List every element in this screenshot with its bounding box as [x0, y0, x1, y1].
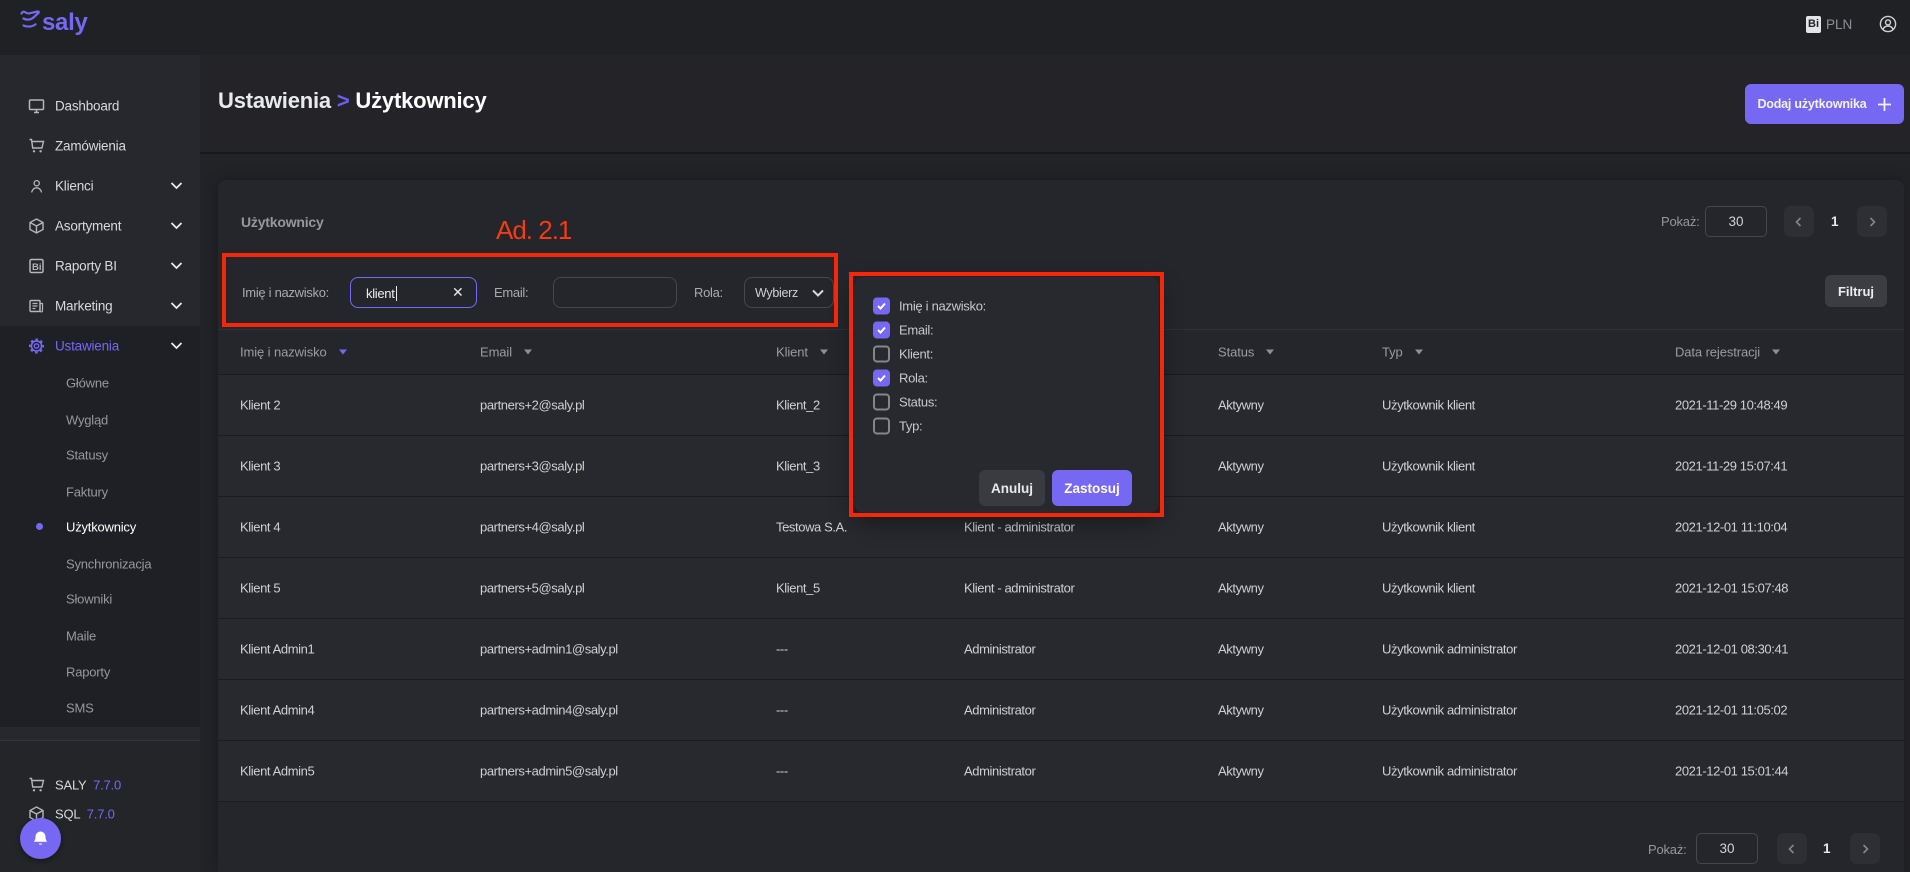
svg-text:Bi: Bi [32, 262, 42, 273]
